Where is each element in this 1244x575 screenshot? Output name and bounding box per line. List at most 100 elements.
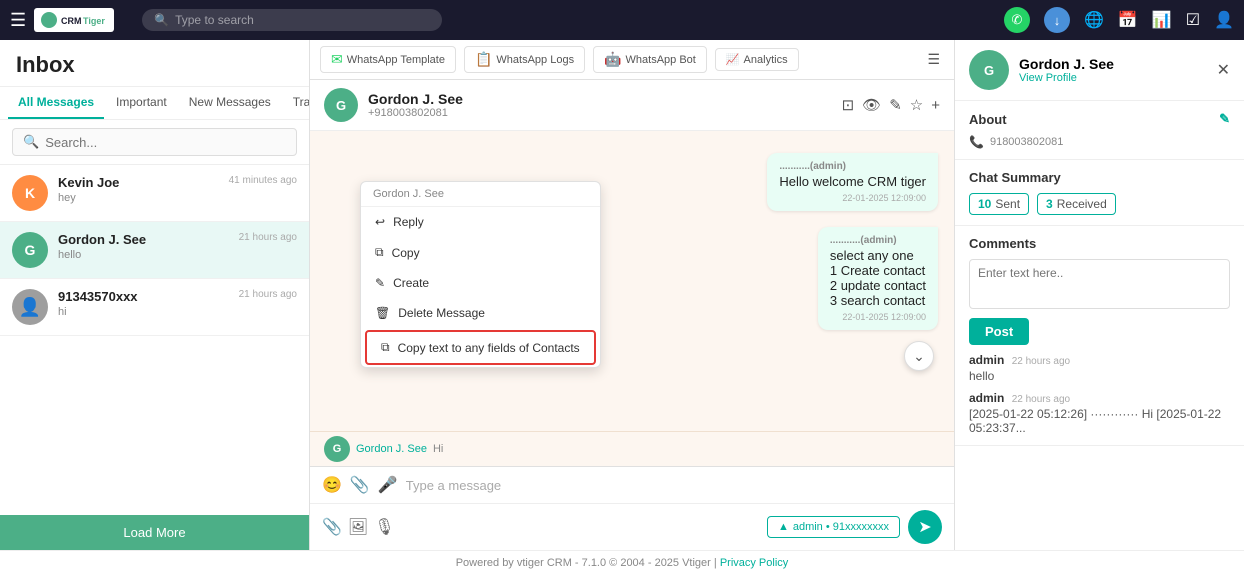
attachment-bottom-icon[interactable]: 📎 <box>322 517 342 537</box>
footer: Powered by vtiger CRM - 7.1.0 © 2004 - 2… <box>0 550 1244 575</box>
svg-text:CRM: CRM <box>61 16 82 26</box>
input-icons: 😊 📎 🎤 <box>322 475 398 495</box>
context-menu-copy-to-contacts[interactable]: ⧉ Copy text to any fields of Contacts <box>365 330 596 365</box>
context-menu-copy[interactable]: ⧉ Copy <box>361 237 600 268</box>
microphone-icon[interactable]: 🎤 <box>378 475 398 495</box>
download-icon[interactable]: ↓ <box>1044 7 1070 33</box>
send-button[interactable]: ➤ <box>908 510 942 544</box>
tab-new-messages[interactable]: New Messages <box>179 87 281 119</box>
whatsapp-bot-icon: 🤖 <box>604 51 621 68</box>
comment-item-1: admin 22 hours ago hello <box>969 353 1230 383</box>
image-bottom-icon[interactable]: 🖼 <box>348 517 368 537</box>
chat-preview-kevin: hey <box>58 192 219 204</box>
comment-input[interactable] <box>969 259 1230 309</box>
toolbar-more-button[interactable]: ☰ <box>923 48 944 71</box>
up-arrow-icon: ▲ <box>778 521 789 533</box>
message-item-sent-1: ...........(admin) Hello welcome CRM tig… <box>767 153 938 211</box>
inbox-title: Inbox <box>0 40 309 87</box>
chat-name-kevin: Kevin Joe <box>58 175 219 190</box>
message-input[interactable] <box>406 478 942 493</box>
comments-section: Comments Post admin 22 hours ago hello a… <box>955 226 1244 446</box>
post-comment-button[interactable]: Post <box>969 318 1029 345</box>
search-input[interactable] <box>45 135 286 150</box>
chat-add-icon[interactable]: + <box>931 97 940 114</box>
left-sidebar: Inbox All Messages Important New Message… <box>0 40 310 550</box>
messages-area: Gordon J. See ↩ Reply ⧉ Copy ✎ Create 🗑 … <box>310 131 954 431</box>
context-menu: Gordon J. See ↩ Reply ⧉ Copy ✎ Create 🗑 … <box>360 181 601 368</box>
context-menu-sender: Gordon J. See <box>361 182 600 207</box>
chat-header-info: Gordon J. See +918003802081 <box>368 91 832 119</box>
rp-view-profile-link[interactable]: View Profile <box>1019 72 1114 84</box>
chat-item-kevin[interactable]: K Kevin Joe hey 41 minutes ago <box>0 165 309 222</box>
chat-time-unknown: 21 hours ago <box>239 289 297 300</box>
received-count: 3 <box>1046 197 1053 211</box>
hamburger-menu[interactable]: ☰ <box>10 10 26 31</box>
comment-time-1: 22 hours ago <box>1012 356 1070 367</box>
comment-author-2: admin <box>969 391 1004 405</box>
chat-contact-phone: +918003802081 <box>368 107 832 119</box>
checkbox-icon[interactable]: ☑ <box>1186 10 1200 30</box>
chat-edit-icon[interactable]: ✎ <box>889 96 902 114</box>
privacy-policy-link[interactable]: Privacy Policy <box>720 557 788 569</box>
rp-phone-number: 918003802081 <box>990 136 1063 148</box>
sent-badge: 10 Sent <box>969 193 1029 215</box>
svg-text:Tiger: Tiger <box>83 16 105 26</box>
calendar-icon[interactable]: 📅 <box>1118 10 1138 30</box>
analytics-button[interactable]: 📈 Analytics <box>715 48 799 71</box>
chat-header-actions: ⊡ 👁 ✎ ☆ + <box>842 96 940 114</box>
chat-item-unknown[interactable]: 👤 91343570xxx hi 21 hours ago <box>0 279 309 336</box>
rp-close-button[interactable]: ✕ <box>1217 60 1230 80</box>
context-menu-reply[interactable]: ↩ Reply <box>361 207 600 237</box>
avatar-gordon: G <box>12 232 48 268</box>
whatsapp-template-button[interactable]: ✉ WhatsApp Template <box>320 46 456 73</box>
copy-icon: ⧉ <box>375 245 384 260</box>
attachment-icon[interactable]: 📎 <box>350 475 370 495</box>
avatar-kevin: K <box>12 175 48 211</box>
context-menu-delete[interactable]: 🗑 Delete Message <box>361 298 600 328</box>
edit-about-icon[interactable]: ✎ <box>1219 111 1230 127</box>
chat-item-gordon[interactable]: G Gordon J. See hello 21 hours ago <box>0 222 309 279</box>
phone-icon: 📞 <box>969 135 984 149</box>
chat-star-icon[interactable]: ☆ <box>910 96 923 114</box>
chat-input-area: 😊 📎 🎤 <box>310 466 954 503</box>
chat-contact-name: Gordon J. See <box>368 91 832 107</box>
chat-time-gordon: 21 hours ago <box>239 232 297 243</box>
tab-transfer-to-agent[interactable]: Transfer To Agent <box>283 87 309 119</box>
tab-important[interactable]: Important <box>106 87 177 119</box>
chat-view-icon[interactable]: 👁 <box>862 96 881 114</box>
sent-count: 10 <box>978 197 991 211</box>
chat-summary-section: Chat Summary 10 Sent 3 Received <box>955 160 1244 226</box>
chat-history-icon[interactable]: ⊡ <box>842 96 855 114</box>
snippet-sender: Gordon J. See <box>356 443 427 455</box>
whatsapp-logs-button[interactable]: 📋 WhatsApp Logs <box>464 46 585 73</box>
bottom-left-actions: 📎 🖼 🎙 <box>322 517 395 537</box>
chat-preview-unknown: hi <box>58 306 229 318</box>
audio-bottom-icon[interactable]: 🎙 <box>374 517 394 537</box>
whatsapp-bot-button[interactable]: 🤖 WhatsApp Bot <box>593 46 707 73</box>
incoming-snippet: G Gordon J. See Hi <box>310 431 954 466</box>
comments-title: Comments <box>969 236 1230 251</box>
search-container: 🔍 <box>0 120 309 165</box>
delete-icon: 🗑 <box>375 306 390 320</box>
whatsapp-nav-icon[interactable]: ✆ <box>1004 7 1030 33</box>
globe-icon[interactable]: 🌐 <box>1084 10 1104 30</box>
user-icon[interactable]: 👤 <box>1214 10 1234 30</box>
emoji-icon[interactable]: 😊 <box>322 475 342 495</box>
reply-icon: ↩ <box>375 215 385 229</box>
top-navigation: ☰ CRM Tiger 🔍 ✆ ↓ 🌐 📅 📊 ☑ 👤 <box>0 0 1244 40</box>
assign-button[interactable]: ▲ admin • 91xxxxxxxx <box>767 516 900 538</box>
chat-bottom-bar: 📎 🖼 🎙 ▲ admin • 91xxxxxxxx ➤ <box>310 503 954 550</box>
load-more-button[interactable]: Load More <box>0 515 309 550</box>
chart-icon[interactable]: 📊 <box>1152 10 1172 30</box>
rp-avatar: G <box>969 50 1009 90</box>
avatar-unknown: 👤 <box>12 289 48 325</box>
chat-name-gordon: Gordon J. See <box>58 232 229 247</box>
tab-all-messages[interactable]: All Messages <box>8 87 104 119</box>
global-search-input[interactable] <box>175 13 355 27</box>
scroll-down-button[interactable]: ⌄ <box>904 341 934 371</box>
context-menu-create[interactable]: ✎ Create <box>361 268 600 298</box>
rp-phone: 📞 918003802081 <box>969 135 1230 149</box>
chat-name-unknown: 91343570xxx <box>58 289 229 304</box>
global-search: 🔍 <box>142 9 442 31</box>
chat-header: G Gordon J. See +918003802081 ⊡ 👁 ✎ ☆ + <box>310 80 954 131</box>
